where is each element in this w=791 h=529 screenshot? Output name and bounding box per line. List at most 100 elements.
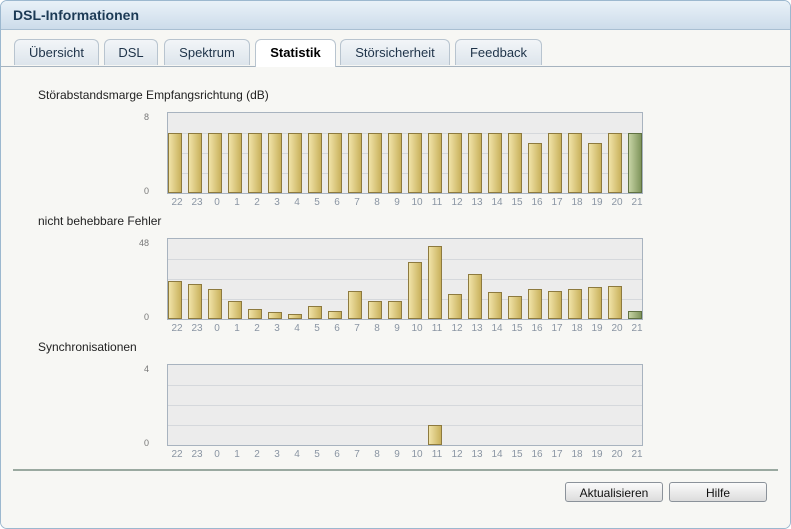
x-tick-label: 22 bbox=[171, 449, 183, 460]
tab-uebersicht[interactable]: Übersicht bbox=[14, 39, 99, 65]
x-tick-label: 9 bbox=[394, 449, 400, 460]
x-tick-label: 23 bbox=[191, 449, 203, 460]
chart-title-synchronisations: Synchronisationen bbox=[38, 340, 137, 354]
chart3-ytick-max: 4 bbox=[143, 364, 149, 374]
x-tick-label: 22 bbox=[171, 323, 183, 334]
title-bar: DSL-Informationen bbox=[1, 1, 790, 30]
x-tick-label: 7 bbox=[354, 449, 360, 460]
x-tick-label: 15 bbox=[511, 449, 523, 460]
bar-22 bbox=[168, 281, 182, 319]
gridline bbox=[168, 259, 642, 260]
x-tick-label: 21 bbox=[631, 449, 643, 460]
help-button[interactable]: Hilfe bbox=[669, 482, 767, 502]
x-tick-label: 4 bbox=[294, 197, 300, 208]
bar-20 bbox=[608, 133, 622, 193]
tab-feedback[interactable]: Feedback bbox=[455, 39, 542, 65]
x-tick-label: 11 bbox=[431, 197, 443, 208]
x-tick-label: 18 bbox=[571, 197, 583, 208]
bar-14 bbox=[488, 133, 502, 193]
bar-20 bbox=[608, 286, 622, 319]
chart1-ytick-max: 8 bbox=[143, 112, 149, 122]
x-tick-label: 23 bbox=[191, 323, 203, 334]
x-tick-label: 4 bbox=[294, 449, 300, 460]
tab-dsl[interactable]: DSL bbox=[104, 39, 158, 65]
bar-0 bbox=[208, 289, 222, 319]
x-tick-label: 5 bbox=[314, 449, 320, 460]
x-tick-label: 16 bbox=[531, 323, 543, 334]
x-tick-label: 5 bbox=[314, 323, 320, 334]
tab-spektrum[interactable]: Spektrum bbox=[164, 39, 250, 65]
statistics-panel: Störabstandsmarge Empfangsrichtung (dB) … bbox=[1, 67, 790, 528]
chart-synchronisations bbox=[167, 364, 643, 446]
gridline bbox=[168, 385, 642, 386]
bar-19 bbox=[588, 143, 602, 193]
tab-bar: Übersicht DSL Spektrum Statistik Störsic… bbox=[1, 30, 790, 67]
chart-title-uncorrectable-errors: nicht behebbare Fehler bbox=[38, 214, 162, 228]
bar-21 bbox=[628, 311, 642, 319]
x-tick-label: 16 bbox=[531, 449, 543, 460]
x-tick-label: 0 bbox=[214, 449, 220, 460]
x-tick-label: 10 bbox=[411, 449, 423, 460]
bar-2 bbox=[248, 133, 262, 193]
x-tick-label: 16 bbox=[531, 197, 543, 208]
bar-16 bbox=[528, 289, 542, 319]
bar-13 bbox=[468, 133, 482, 193]
bar-6 bbox=[328, 133, 342, 193]
bar-14 bbox=[488, 292, 502, 319]
x-tick-label: 13 bbox=[471, 449, 483, 460]
x-tick-label: 20 bbox=[611, 323, 623, 334]
bar-10 bbox=[408, 133, 422, 193]
x-tick-label: 9 bbox=[394, 323, 400, 334]
x-tick-label: 17 bbox=[551, 323, 563, 334]
refresh-button[interactable]: Aktualisieren bbox=[565, 482, 663, 502]
bar-23 bbox=[188, 284, 202, 319]
x-tick-label: 7 bbox=[354, 323, 360, 334]
bar-12 bbox=[448, 294, 462, 319]
x-tick-label: 1 bbox=[234, 449, 240, 460]
x-tick-label: 13 bbox=[471, 197, 483, 208]
bar-11 bbox=[428, 133, 442, 193]
x-tick-label: 2 bbox=[254, 323, 260, 334]
bar-13 bbox=[468, 274, 482, 319]
x-tick-label: 1 bbox=[234, 197, 240, 208]
bar-15 bbox=[508, 296, 522, 319]
bar-17 bbox=[548, 291, 562, 319]
x-tick-label: 0 bbox=[214, 323, 220, 334]
gridline bbox=[168, 405, 642, 406]
x-tick-label: 11 bbox=[431, 323, 443, 334]
x-tick-label: 3 bbox=[274, 449, 280, 460]
chart2-ytick-min: 0 bbox=[143, 312, 149, 322]
chart1-ytick-min: 0 bbox=[143, 186, 149, 196]
bar-7 bbox=[348, 291, 362, 319]
bar-22 bbox=[168, 133, 182, 193]
bar-1 bbox=[228, 133, 242, 193]
bar-0 bbox=[208, 133, 222, 193]
x-tick-label: 12 bbox=[451, 197, 463, 208]
x-tick-label: 6 bbox=[334, 449, 340, 460]
x-tick-label: 19 bbox=[591, 449, 603, 460]
x-tick-label: 15 bbox=[511, 323, 523, 334]
window-title: DSL-Informationen bbox=[13, 7, 139, 23]
x-tick-label: 20 bbox=[611, 197, 623, 208]
separator-line bbox=[13, 469, 778, 471]
x-tick-label: 14 bbox=[491, 197, 503, 208]
x-tick-label: 18 bbox=[571, 449, 583, 460]
bar-21 bbox=[628, 133, 642, 193]
bar-12 bbox=[448, 133, 462, 193]
x-tick-label: 8 bbox=[374, 449, 380, 460]
gridline bbox=[168, 279, 642, 280]
x-tick-label: 0 bbox=[214, 197, 220, 208]
x-tick-label: 4 bbox=[294, 323, 300, 334]
tab-stoersicherheit[interactable]: Störsicherheit bbox=[340, 39, 450, 65]
x-tick-label: 9 bbox=[394, 197, 400, 208]
bar-18 bbox=[568, 133, 582, 193]
bar-1 bbox=[228, 301, 242, 319]
x-tick-label: 5 bbox=[314, 197, 320, 208]
x-tick-label: 19 bbox=[591, 323, 603, 334]
tab-statistik[interactable]: Statistik bbox=[255, 39, 336, 67]
x-tick-label: 8 bbox=[374, 323, 380, 334]
bar-16 bbox=[528, 143, 542, 193]
bar-5 bbox=[308, 306, 322, 319]
chart3-ytick-min: 0 bbox=[143, 438, 149, 448]
x-tick-label: 12 bbox=[451, 323, 463, 334]
